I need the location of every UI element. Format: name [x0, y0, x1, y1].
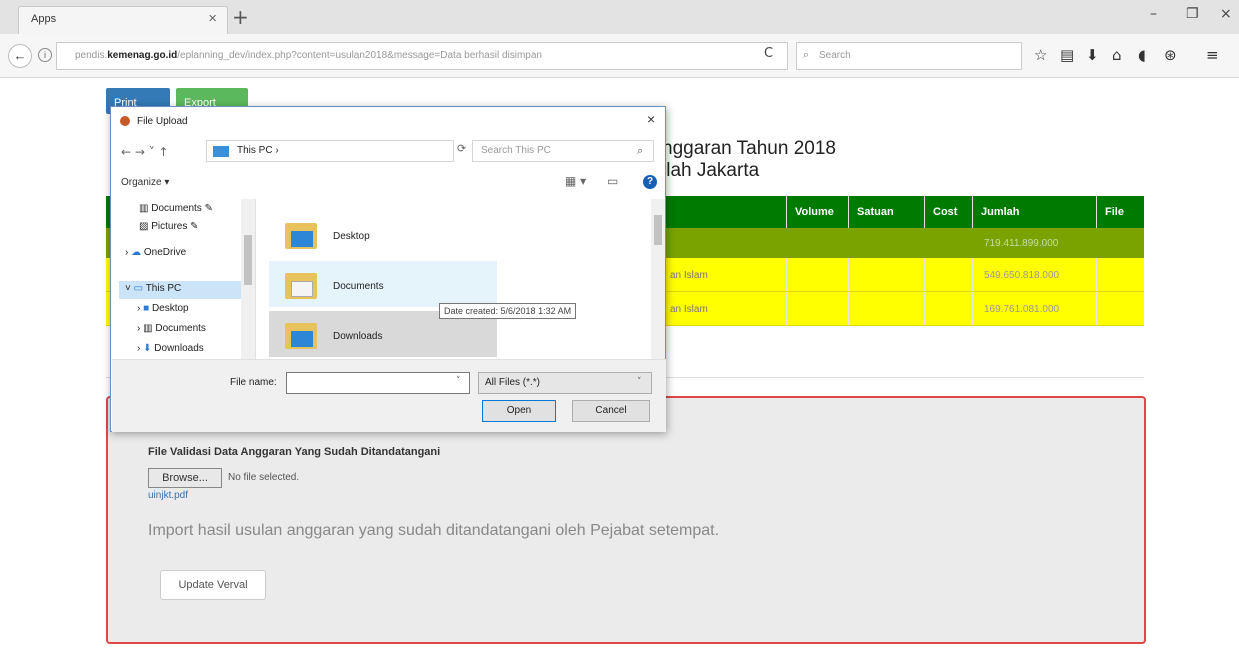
- preview-pane-icon[interactable]: ▭: [607, 174, 618, 188]
- dialog-search-input[interactable]: Search This PC ⌕: [472, 140, 654, 162]
- file-type-select[interactable]: All Files (*.*) ˅: [478, 372, 652, 394]
- url-text: pendis.kemenag.go.id/eplanning_dev/index…: [75, 50, 542, 61]
- dialog-footer: File name: ˅ All Files (*.*) ˅ Open Canc…: [112, 359, 666, 432]
- star-icon[interactable]: ☆: [1034, 46, 1047, 64]
- reading-list-icon[interactable]: ▤: [1060, 46, 1074, 64]
- tab-bar: Apps × + – ❐ ×: [0, 0, 1239, 34]
- tree-scrollbar[interactable]: [241, 199, 255, 359]
- chevron-down-icon: ˅: [637, 377, 642, 387]
- file-type-text: All Files (*.*): [485, 377, 541, 388]
- browse-button[interactable]: Browse...: [148, 468, 222, 488]
- header-jumlah: Jumlah: [972, 196, 1096, 228]
- search-placeholder: Search: [819, 50, 851, 61]
- download-icon[interactable]: ⬇: [1086, 46, 1099, 64]
- extension-icon[interactable]: ⊛: [1164, 46, 1177, 64]
- refresh-icon[interactable]: ⟳: [457, 142, 466, 155]
- home-icon[interactable]: ⌂: [1112, 46, 1122, 64]
- file-name-dropdown-icon[interactable]: ˅: [456, 376, 461, 386]
- menu-icon[interactable]: ≡: [1206, 46, 1219, 64]
- browser-search-input[interactable]: ⌕ Search: [796, 42, 1022, 70]
- view-options-icon[interactable]: ▦ ▾: [565, 174, 586, 188]
- help-icon[interactable]: ?: [643, 175, 657, 189]
- tree-item-pictures[interactable]: ▨ Pictures ✎: [139, 221, 199, 232]
- info-icon[interactable]: i: [38, 48, 52, 62]
- minimize-icon[interactable]: –: [1150, 6, 1157, 22]
- path-bar[interactable]: This PC ›: [206, 140, 454, 162]
- pocket-icon[interactable]: ◖: [1138, 46, 1146, 64]
- row-description: an Islam: [670, 270, 708, 281]
- file-name-input[interactable]: [286, 372, 470, 394]
- search-icon: ⌕: [803, 48, 810, 61]
- dialog-search-icon: ⌕: [637, 144, 644, 157]
- firefox-icon: [120, 116, 130, 126]
- row-description: an Islam: [670, 304, 708, 315]
- restore-icon[interactable]: ❐: [1186, 6, 1199, 22]
- window-close-icon[interactable]: ×: [1220, 6, 1232, 22]
- file-item-documents[interactable]: Documents: [269, 261, 497, 307]
- import-instruction: Import hasil usulan anggaran yang sudah …: [148, 522, 720, 539]
- file-list-scrollbar[interactable]: [651, 199, 665, 359]
- no-file-text: No file selected.: [228, 472, 300, 483]
- tab-close-icon[interactable]: ×: [208, 10, 217, 27]
- row-amount: 169.761.081.000: [984, 304, 1060, 315]
- tree-item-documents[interactable]: ▥ Documents ✎: [139, 203, 213, 214]
- url-bar[interactable]: pendis.kemenag.go.id/eplanning_dev/index…: [56, 42, 788, 70]
- upload-label: File Validasi Data Anggaran Yang Sudah D…: [148, 446, 441, 458]
- reload-icon[interactable]: C: [764, 46, 773, 61]
- page-title-line2: llah Jakarta: [662, 160, 760, 181]
- header-satuan: Satuan: [848, 196, 924, 228]
- nav-tree: ▥ Documents ✎ ▨ Pictures ✎ › ☁ OneDrive …: [119, 199, 255, 359]
- page-title-line1: nggaran Tahun 2018: [662, 138, 836, 159]
- dialog-title: File Upload: [137, 116, 188, 127]
- tree-item-downloads[interactable]: › ⬇ Downloads: [137, 343, 204, 354]
- path-text: This PC ›: [237, 145, 279, 156]
- file-list: Desktop Documents Downloads: [261, 199, 651, 359]
- open-button[interactable]: Open: [482, 400, 556, 422]
- total-amount: 719.411.899.000: [984, 238, 1059, 249]
- back-icon[interactable]: ←: [8, 44, 32, 68]
- browser-tab[interactable]: Apps ×: [18, 6, 228, 34]
- update-verval-button[interactable]: Update Verval: [160, 570, 266, 600]
- file-link[interactable]: uinjkt.pdf: [148, 490, 188, 501]
- tooltip: Date created: 5/6/2018 1:32 AM: [439, 303, 577, 319]
- tree-item-documents-pc[interactable]: › ▥ Documents: [137, 323, 206, 334]
- upload-panel: File Validasi Data Anggaran Yang Sudah D…: [106, 396, 1146, 644]
- header-file: File: [1096, 196, 1144, 228]
- new-tab-icon[interactable]: +: [232, 5, 249, 29]
- file-item-desktop[interactable]: Desktop: [269, 211, 497, 257]
- header-cost: Cost: [924, 196, 972, 228]
- row-amount: 549.650.818.000: [984, 270, 1060, 281]
- file-name-label: File name:: [230, 377, 277, 388]
- tree-item-this-pc[interactable]: ˅ ▭ This PC: [125, 283, 181, 294]
- dialog-close-icon[interactable]: ×: [647, 111, 655, 127]
- nav-arrows[interactable]: ← → ˅ ↑: [121, 145, 169, 159]
- dialog-search-placeholder: Search This PC: [481, 145, 551, 156]
- tab-title: Apps: [31, 13, 57, 25]
- nav-bar: ← i pendis.kemenag.go.id/eplanning_dev/i…: [0, 34, 1239, 78]
- this-pc-icon: [213, 146, 229, 157]
- cancel-button[interactable]: Cancel: [572, 400, 650, 422]
- header-volume: Volume: [786, 196, 848, 228]
- organize-menu[interactable]: Organize ▾: [121, 177, 169, 188]
- tree-item-onedrive[interactable]: › ☁ OneDrive: [125, 247, 186, 258]
- tree-item-desktop[interactable]: › ■ Desktop: [137, 303, 189, 314]
- file-upload-dialog: File Upload × ← → ˅ ↑ This PC › ⟳ Search…: [110, 106, 666, 432]
